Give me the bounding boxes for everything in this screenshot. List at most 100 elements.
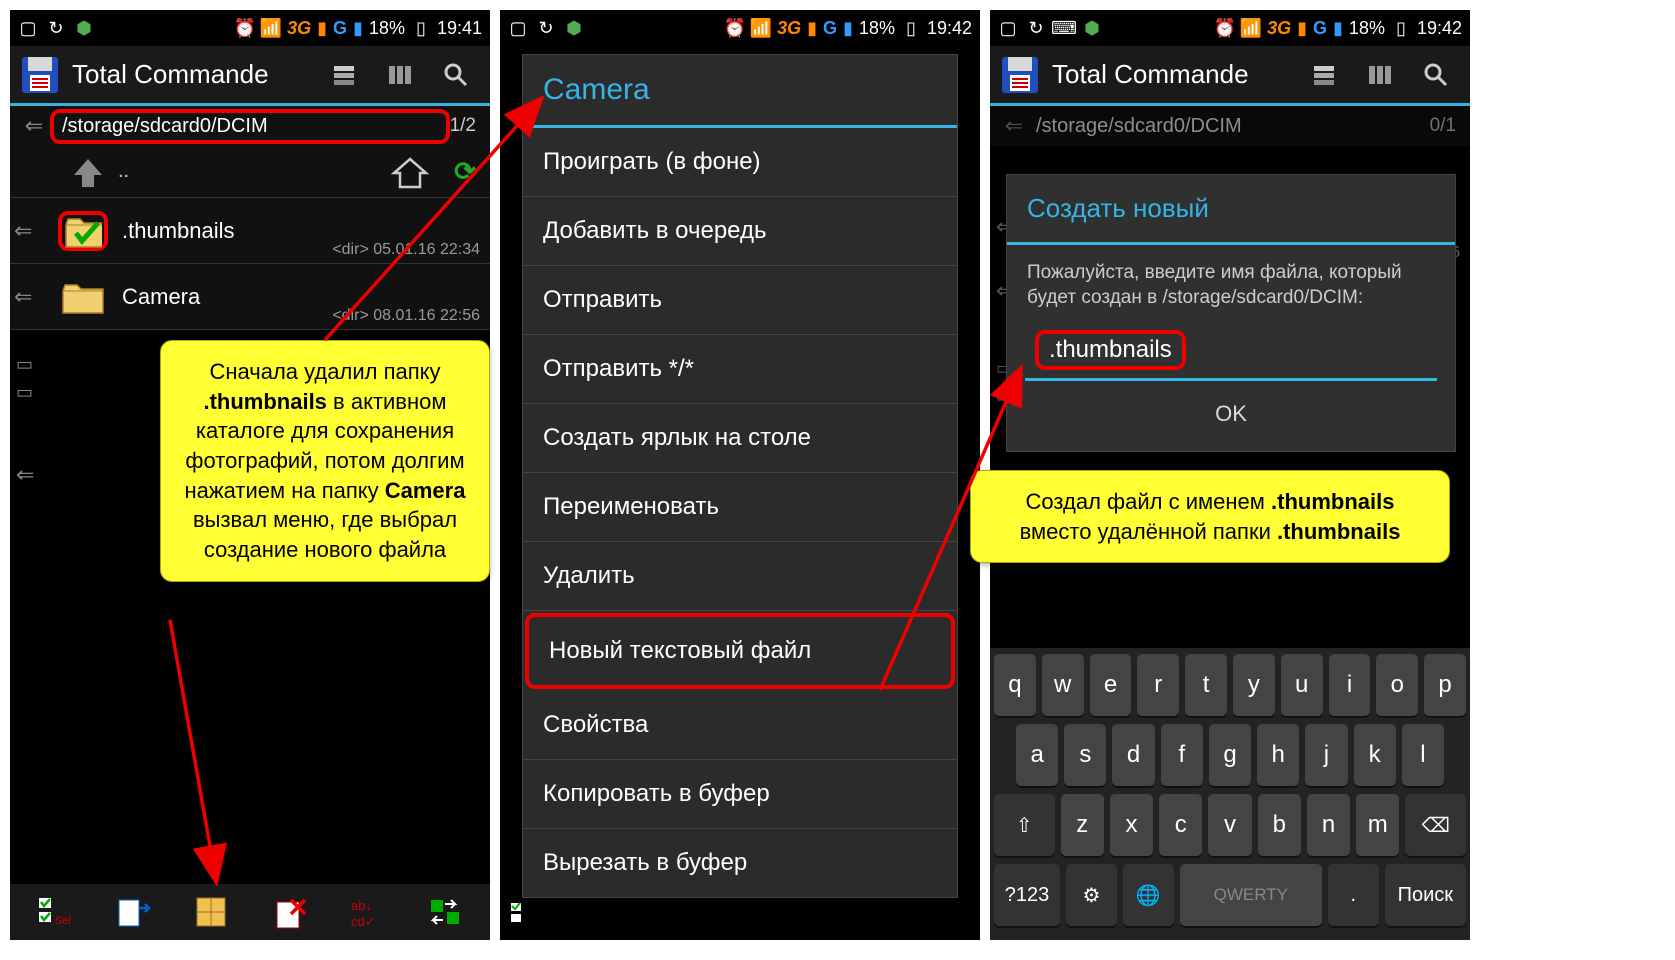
- key-i[interactable]: i: [1329, 654, 1371, 716]
- gallery-icon: ▢: [18, 18, 38, 38]
- back-arrow-icon[interactable]: ⇐: [18, 113, 50, 139]
- key-g[interactable]: g: [1209, 724, 1251, 786]
- key-dot[interactable]: .: [1328, 864, 1379, 926]
- menu-item-cut-clipboard[interactable]: Вырезать в буфер: [523, 829, 957, 897]
- clock-time: 19:42: [1417, 18, 1462, 39]
- stacks-icon[interactable]: [1310, 61, 1338, 89]
- battery-percent: 18%: [1349, 18, 1385, 39]
- key-x[interactable]: x: [1110, 794, 1153, 856]
- menu-item-queue[interactable]: Добавить в очередь: [523, 197, 957, 266]
- key-r[interactable]: r: [1137, 654, 1179, 716]
- battery-percent: 18%: [859, 18, 895, 39]
- columns-icon[interactable]: [386, 61, 414, 89]
- shield-icon: ⬢: [564, 18, 584, 38]
- parent-label[interactable]: ..: [118, 160, 380, 183]
- status-bar: ▢ ↻ ⌨ ⬢ ⏰ 📶 3G▮ G▮ 18% ▯ 19:42: [990, 10, 1470, 46]
- context-menu: Camera Проиграть (в фоне) Добавить в оче…: [522, 54, 958, 898]
- app-title: Total Commande: [1052, 59, 1310, 90]
- key-m[interactable]: m: [1356, 794, 1399, 856]
- parent-folder-icon[interactable]: [58, 155, 118, 189]
- key-e[interactable]: e: [1090, 654, 1132, 716]
- sort-button[interactable]: ab↓cd✓: [345, 890, 389, 934]
- wifi-icon: 📶: [1241, 18, 1261, 38]
- folder-checked-icon[interactable]: [58, 211, 108, 251]
- clock-time: 19:42: [927, 18, 972, 39]
- bottom-toolbar: Sel ab↓cd✓: [10, 884, 490, 940]
- delete-button[interactable]: [267, 890, 311, 934]
- file-meta: <dir> 08.01.16 22:56: [332, 307, 480, 325]
- shield-icon: ⬢: [1082, 18, 1102, 38]
- key-h[interactable]: h: [1257, 724, 1299, 786]
- battery-icon: ▯: [1391, 18, 1411, 38]
- key-c[interactable]: c: [1159, 794, 1202, 856]
- ok-button[interactable]: OK: [1007, 381, 1455, 431]
- wifi-icon: 📶: [751, 18, 771, 38]
- search-icon[interactable]: [1422, 61, 1450, 89]
- key-o[interactable]: o: [1376, 654, 1418, 716]
- key-t[interactable]: t: [1185, 654, 1227, 716]
- annotation-callout-1: Сначала удалил папку .thumbnails в актив…: [160, 340, 490, 582]
- signal-g-icon: G: [823, 18, 837, 39]
- key-k[interactable]: k: [1354, 724, 1396, 786]
- app-icon: [20, 55, 60, 95]
- menu-item-send[interactable]: Отправить: [523, 266, 957, 335]
- swap-panels-button[interactable]: [423, 890, 467, 934]
- key-123[interactable]: ?123: [994, 864, 1060, 926]
- current-path[interactable]: /storage/sdcard0/DCIM: [50, 109, 450, 144]
- menu-item-send-any[interactable]: Отправить */*: [523, 335, 957, 404]
- menu-item-shortcut[interactable]: Создать ярлык на столе: [523, 404, 957, 473]
- file-row-thumbnails[interactable]: ⇐ .thumbnails <dir> 05.01.16 22:34: [10, 198, 490, 264]
- key-p[interactable]: p: [1424, 654, 1466, 716]
- key-f[interactable]: f: [1161, 724, 1203, 786]
- page-indicator: 0/1: [1430, 115, 1462, 137]
- key-b[interactable]: b: [1258, 794, 1301, 856]
- menu-item-copy-clipboard[interactable]: Копировать в буфер: [523, 760, 957, 829]
- status-bar: ▢ ↻ ⬢ ⏰ 📶 3G ▮ G ▮ 18% ▯ 19:41: [10, 10, 490, 46]
- key-backspace[interactable]: ⌫: [1405, 794, 1466, 856]
- key-d[interactable]: d: [1112, 724, 1154, 786]
- stacks-icon[interactable]: [330, 61, 358, 89]
- panel-marker-icon: ▭: [16, 354, 33, 375]
- key-q[interactable]: q: [994, 654, 1036, 716]
- back-arrow-icon[interactable]: ⇐: [998, 113, 1030, 139]
- copy-button[interactable]: [111, 890, 155, 934]
- menu-item-delete[interactable]: Удалить: [523, 542, 957, 611]
- home-icon[interactable]: [380, 155, 440, 189]
- file-row-camera[interactable]: ⇐ Camera <dir> 08.01.16 22:56: [10, 264, 490, 330]
- key-settings[interactable]: ⚙: [1066, 864, 1117, 926]
- key-search[interactable]: Поиск: [1385, 864, 1466, 926]
- key-s[interactable]: s: [1064, 724, 1106, 786]
- side-marker-icon: ⇐: [14, 284, 32, 310]
- page-indicator: 1/2: [450, 115, 482, 137]
- key-a[interactable]: a: [1016, 724, 1058, 786]
- key-v[interactable]: v: [1208, 794, 1251, 856]
- key-shift[interactable]: ⇧: [994, 794, 1055, 856]
- key-n[interactable]: n: [1307, 794, 1350, 856]
- select-button[interactable]: [508, 898, 542, 932]
- pack-button[interactable]: [189, 890, 233, 934]
- dialog-body-text: Пожалуйста, введите имя файла, который б…: [1007, 245, 1455, 316]
- key-space[interactable]: QWERTY: [1180, 864, 1322, 926]
- key-z[interactable]: z: [1061, 794, 1104, 856]
- menu-item-new-text-file[interactable]: Новый текстовый файл: [525, 613, 955, 689]
- menu-item-rename[interactable]: Переименовать: [523, 473, 957, 542]
- shield-icon: ⬢: [74, 18, 94, 38]
- battery-icon: ▯: [901, 18, 921, 38]
- refresh-icon: ↻: [46, 18, 66, 38]
- select-button[interactable]: Sel: [33, 890, 77, 934]
- key-w[interactable]: w: [1042, 654, 1084, 716]
- key-j[interactable]: j: [1305, 724, 1347, 786]
- key-u[interactable]: u: [1281, 654, 1323, 716]
- key-y[interactable]: y: [1233, 654, 1275, 716]
- key-globe[interactable]: 🌐: [1123, 864, 1174, 926]
- columns-icon[interactable]: [1366, 61, 1394, 89]
- callout-text: вместо удалённой папки: [1020, 519, 1277, 544]
- folder-icon[interactable]: [58, 277, 108, 317]
- refresh-icon[interactable]: ⟳: [440, 156, 490, 187]
- menu-item-play[interactable]: Проиграть (в фоне): [523, 128, 957, 197]
- current-path[interactable]: /storage/sdcard0/DCIM: [1030, 115, 1430, 138]
- filename-input[interactable]: .thumbnails: [1025, 326, 1437, 381]
- key-l[interactable]: l: [1402, 724, 1444, 786]
- search-icon[interactable]: [442, 61, 470, 89]
- menu-item-properties[interactable]: Свойства: [523, 691, 957, 760]
